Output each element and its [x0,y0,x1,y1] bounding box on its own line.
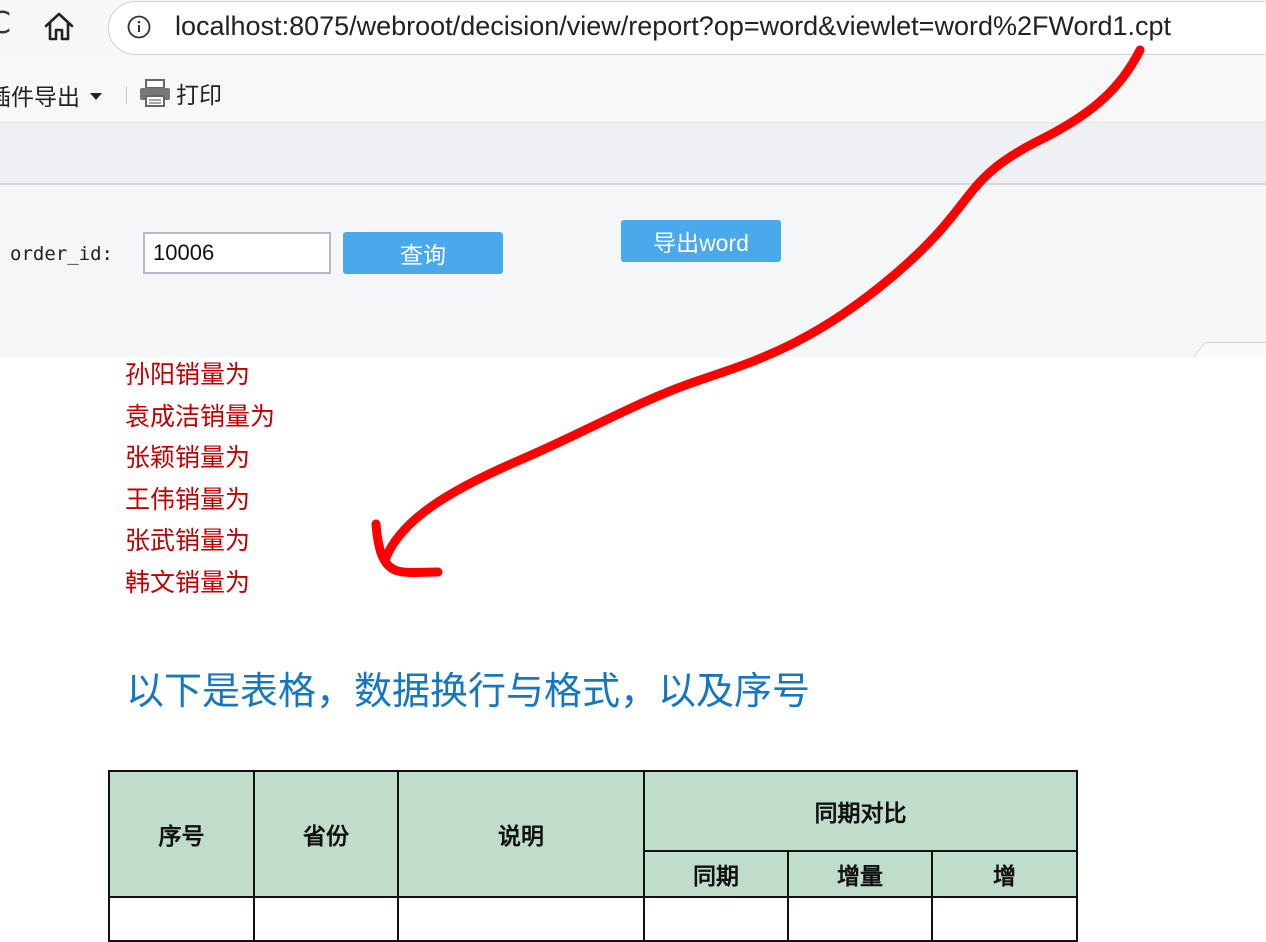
parameter-pane: order_id: 查询 导出word [0,185,1266,357]
sales-line: 张武销量为 [125,526,251,556]
section-heading: 以下是表格，数据换行与格式，以及序号 [126,669,811,713]
header-seq: 序号 [108,770,255,898]
sales-line: 张颖销量为 [125,443,251,473]
header-description: 说明 [397,770,645,898]
table-cell [108,896,255,942]
table-cell [930,896,1079,942]
table-cell [643,896,789,942]
print-button[interactable]: 打印 [138,76,222,110]
plugin-export-label: 插件导出 [0,85,80,111]
header-increment: 增量 [787,850,933,898]
header-same-period: 同期 [643,850,789,898]
header-growth: 增 [930,850,1079,898]
pane-collapse-tab[interactable] [1193,342,1266,357]
annotation-arrow-head [371,519,443,577]
print-label: 打印 [176,83,222,109]
caret-down-icon [90,92,102,100]
home-button[interactable] [40,8,78,46]
report-table: 序号 省份 说明 同期对比 同期 增量 增 [108,770,1079,942]
report-toolbar: 插件导出 打印 [0,60,1266,123]
export-word-button[interactable]: 导出word [621,220,781,262]
url-text[interactable]: localhost:8075/webroot/decision/view/rep… [175,11,1171,42]
home-icon [44,12,74,41]
sales-line: 袁成洁销量为 [125,401,276,431]
query-button[interactable]: 查询 [343,232,503,274]
sales-line: 王伟销量为 [125,484,251,514]
table-cell [787,896,933,942]
toolbar-strip [0,123,1266,185]
sales-list: 孙阳销量为 袁成洁销量为 张颖销量为 王伟销量为 张武销量为 韩文销量为 [125,356,275,606]
sales-line: 韩文销量为 [125,567,251,597]
info-icon[interactable] [127,15,151,39]
plugin-export-dropdown[interactable]: 插件导出 [0,78,102,112]
table-cell [397,896,645,942]
header-province: 省份 [253,770,399,898]
toolbar-divider [126,86,127,104]
printer-icon [140,79,170,107]
header-group-compare: 同期对比 [642,770,1079,852]
reload-button[interactable]: C [0,6,11,41]
address-bar[interactable]: localhost:8075/webroot/decision/view/rep… [108,1,1266,55]
order-id-input[interactable] [143,232,331,274]
sales-line: 孙阳销量为 [125,360,251,389]
order-id-label: order_id: [10,243,113,265]
table-cell [253,896,399,942]
browser-toolbar: C localhost:8075/webroot/decision/view/r… [0,0,1266,60]
